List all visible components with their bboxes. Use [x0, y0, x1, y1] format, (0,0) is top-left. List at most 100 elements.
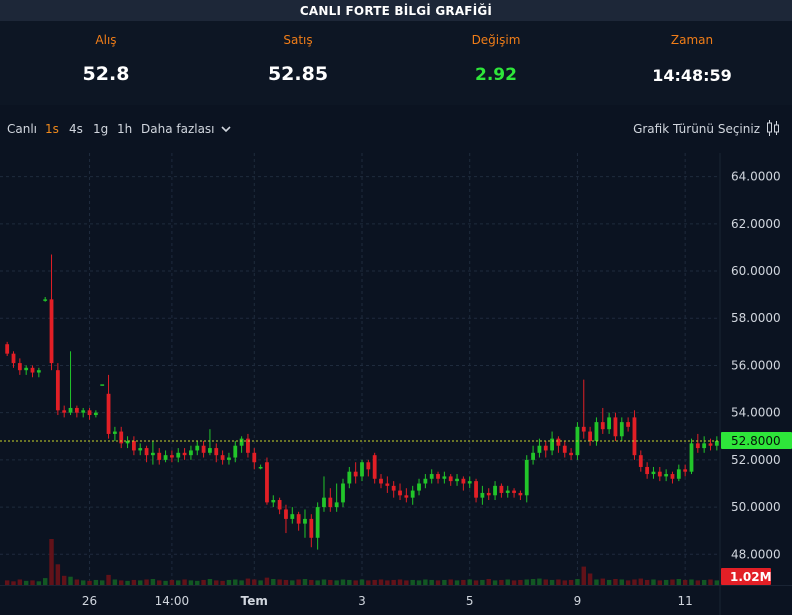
candle-body	[208, 448, 212, 453]
y-tick-label: 60.0000	[731, 264, 781, 278]
volume-bar	[201, 579, 206, 585]
volume-bar	[657, 580, 663, 585]
stats-panel: Alış 52.8 Satış 52.85 Değişim 2.92 Zaman…	[0, 21, 792, 105]
volume-bar	[220, 580, 225, 585]
volume-bar	[619, 579, 625, 585]
volume-bar	[271, 579, 276, 585]
volume-bar	[283, 579, 289, 585]
candle-body	[683, 469, 688, 472]
volume-bar	[556, 579, 561, 585]
candle-body	[11, 353, 16, 364]
candle-body	[417, 483, 421, 491]
interval-1h-button[interactable]: 1h	[117, 122, 132, 136]
x-tick-label: 26	[82, 594, 97, 608]
candle-body	[265, 462, 269, 503]
volume-bar	[423, 579, 428, 585]
volume-bar	[644, 579, 650, 585]
volume-bar	[404, 580, 409, 585]
live-button[interactable]: Canlı	[7, 122, 37, 136]
volume-bar	[454, 580, 460, 585]
volume-bar	[176, 580, 181, 585]
candle-body	[607, 417, 612, 430]
chart-type-button[interactable]: Grafik Türünü Seçiniz	[633, 122, 760, 136]
volume-bar	[606, 579, 612, 585]
volume-bar	[49, 539, 54, 585]
candlestick-icon[interactable]	[766, 119, 780, 137]
chevron-down-icon	[221, 126, 231, 133]
volume-bar	[537, 578, 542, 585]
candle-body	[315, 507, 320, 538]
x-tick-label: 9	[574, 594, 582, 608]
price-chart[interactable]: 64.0000 62.0000 60.0000 58.0000 56.0000 54.00…	[0, 153, 792, 615]
volume-bar	[410, 579, 415, 585]
volume-bar	[568, 579, 574, 585]
candle-body	[436, 474, 440, 479]
candle-body	[258, 466, 263, 469]
time-label: Zaman	[670, 33, 714, 47]
volume-bar	[467, 579, 472, 585]
candle-body	[24, 367, 29, 371]
candle-body	[562, 445, 567, 453]
volume-bar	[524, 579, 529, 585]
candle-body	[290, 514, 295, 519]
volume-bar	[385, 580, 390, 585]
volume-bar	[435, 580, 441, 585]
candle-body	[170, 455, 174, 458]
candle-body	[360, 462, 364, 477]
candle-body	[626, 422, 631, 427]
volume-bar	[530, 579, 536, 585]
candle-body	[93, 412, 98, 416]
candle-body	[410, 490, 415, 498]
candle-body	[106, 393, 111, 434]
interval-4s-button[interactable]: 4s	[69, 122, 83, 136]
candle-body	[594, 422, 599, 441]
candle-body	[372, 455, 377, 479]
volume-bar	[372, 579, 377, 585]
candle-body	[531, 452, 535, 460]
candle-body	[448, 476, 453, 482]
candle-body	[334, 502, 339, 508]
volume-bar	[499, 579, 504, 585]
candle-body	[556, 438, 561, 446]
volume-bar	[106, 574, 111, 585]
volume-bar	[30, 580, 35, 585]
candle-body	[632, 417, 637, 456]
candle-body	[201, 445, 206, 453]
volume-bar	[150, 579, 156, 585]
volume-bar	[68, 576, 73, 585]
candle-body	[619, 422, 624, 437]
candle-body	[328, 497, 333, 508]
candle-body	[702, 443, 707, 449]
candle-body	[638, 455, 643, 467]
interval-1g-button[interactable]: 1g	[93, 122, 108, 136]
volume-bar	[562, 580, 567, 585]
candle-body	[512, 490, 516, 493]
x-tick-label: 5	[466, 594, 474, 608]
more-intervals-button[interactable]: Daha fazlası	[141, 122, 231, 136]
volume-bar	[359, 579, 365, 585]
candle-body	[284, 509, 288, 519]
volume-bar	[663, 579, 669, 585]
volume-bar	[613, 579, 618, 585]
volume-bar	[214, 580, 219, 585]
volume-bar	[188, 580, 194, 585]
candle-body	[670, 474, 675, 479]
change-value: 2.92	[475, 65, 517, 85]
y-tick-label: 62.0000	[731, 217, 781, 231]
candle-body	[100, 384, 105, 386]
candle-body	[87, 410, 92, 416]
interval-1s-button[interactable]: 1s	[45, 122, 59, 136]
volume-bar	[42, 578, 48, 585]
candle-body	[271, 500, 276, 503]
candle-body	[81, 410, 86, 413]
y-tick-label: 50.0000	[731, 500, 781, 514]
volume-bar	[625, 580, 631, 585]
volume-bar	[543, 579, 548, 585]
volume-bar	[321, 579, 327, 585]
volume-bar	[258, 580, 263, 585]
volume-bar	[80, 580, 86, 585]
volume-bar	[378, 579, 384, 585]
volume-bar	[632, 579, 637, 585]
candle-body	[480, 492, 485, 498]
chart-toolbar: Canlı 1s 4s 1g 1h Daha fazlası Grafik Tü…	[0, 105, 792, 153]
